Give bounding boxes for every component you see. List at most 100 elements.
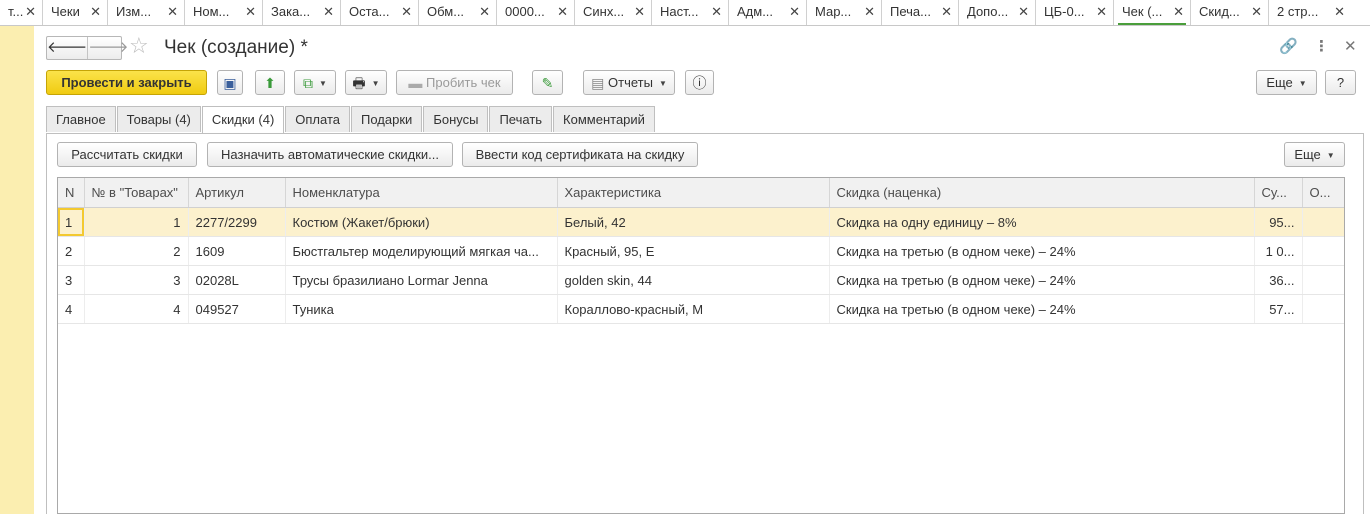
window-tab[interactable]: Синх... ✕ bbox=[575, 0, 652, 25]
close-icon[interactable]: ✕ bbox=[711, 0, 722, 24]
link-icon[interactable]: 🔗 bbox=[1279, 37, 1298, 55]
close-icon[interactable]: ✕ bbox=[401, 0, 412, 24]
cell-sum[interactable]: 57... bbox=[1254, 294, 1303, 324]
close-icon[interactable]: ✕ bbox=[1344, 37, 1357, 55]
window-tab[interactable]: т... ✕ bbox=[0, 0, 43, 25]
create-based-on-button[interactable]: ⧉ ▼ bbox=[294, 70, 336, 95]
close-icon[interactable]: ✕ bbox=[864, 0, 875, 24]
close-icon[interactable]: ✕ bbox=[1018, 0, 1029, 24]
column-header-nomenclature[interactable]: Номенклатура bbox=[285, 178, 558, 208]
window-tab[interactable]: Зака... ✕ bbox=[263, 0, 341, 25]
window-tab[interactable]: Печа... ✕ bbox=[882, 0, 959, 25]
tab-goods[interactable]: Товары (4) bbox=[116, 106, 201, 132]
forward-arrow-icon[interactable]: 🡒 bbox=[87, 37, 128, 59]
column-header-article[interactable]: Артикул bbox=[188, 178, 286, 208]
cell-discount[interactable]: Скидка на одну единицу – 8% bbox=[829, 207, 1255, 237]
tab-payment[interactable]: Оплата bbox=[285, 106, 351, 132]
cell-o[interactable] bbox=[1302, 294, 1344, 324]
calculate-discounts-button[interactable]: Рассчитать скидки bbox=[57, 142, 197, 167]
more-button[interactable]: Еще ▼ bbox=[1256, 70, 1317, 95]
cell-article[interactable]: 2277/2299 bbox=[188, 207, 286, 237]
column-header-o[interactable]: О... bbox=[1302, 178, 1344, 208]
reports-button[interactable]: ▤ Отчеты ▼ bbox=[583, 70, 675, 95]
cell-sum[interactable]: 36... bbox=[1254, 265, 1303, 295]
close-icon[interactable]: ✕ bbox=[479, 0, 490, 24]
window-tab[interactable]: Изм... ✕ bbox=[108, 0, 185, 25]
info-button[interactable]: ⓘ bbox=[685, 70, 714, 95]
table-row[interactable]: 1 1 2277/2299 Костюм (Жакет/брюки) Белый… bbox=[58, 207, 1344, 237]
close-icon[interactable]: ✕ bbox=[167, 0, 178, 24]
close-icon[interactable]: ✕ bbox=[557, 0, 568, 24]
cell-n[interactable]: 1 bbox=[58, 207, 85, 237]
post-and-close-button[interactable]: Провести и закрыть bbox=[46, 70, 207, 95]
window-tab[interactable]: Обм... ✕ bbox=[419, 0, 497, 25]
print-check-button[interactable]: ▬ Пробить чек bbox=[396, 70, 513, 95]
window-tab[interactable]: Мар... ✕ bbox=[807, 0, 882, 25]
more-vertical-icon[interactable]: ⋮ bbox=[1314, 37, 1329, 55]
cell-characteristic[interactable]: Красный, 95, E bbox=[557, 236, 830, 266]
cell-characteristic[interactable]: Кораллово-красный, M bbox=[557, 294, 830, 324]
tab-comment[interactable]: Комментарий bbox=[553, 106, 655, 132]
column-header-n[interactable]: N bbox=[58, 178, 85, 208]
column-header-goods-number[interactable]: № в "Товарах" bbox=[84, 178, 189, 208]
cell-o[interactable] bbox=[1302, 236, 1344, 266]
table-row[interactable]: 4 4 049527 Туника Кораллово-красный, M С… bbox=[58, 294, 1344, 324]
window-tab[interactable]: 0000... ✕ bbox=[497, 0, 575, 25]
cell-goods-number[interactable]: 1 bbox=[84, 207, 189, 237]
window-tab[interactable]: Наст... ✕ bbox=[652, 0, 729, 25]
edit-signature-button[interactable]: ✎ bbox=[532, 70, 563, 95]
column-header-sum[interactable]: Су... bbox=[1254, 178, 1303, 208]
cell-sum[interactable]: 95... bbox=[1254, 207, 1303, 237]
cell-article[interactable]: 1609 bbox=[188, 236, 286, 266]
upload-button[interactable]: ⬆ bbox=[255, 70, 285, 95]
cell-n[interactable]: 3 bbox=[58, 265, 85, 295]
cell-nomenclature[interactable]: Костюм (Жакет/брюки) bbox=[285, 207, 558, 237]
close-icon[interactable]: ✕ bbox=[25, 0, 36, 24]
close-icon[interactable]: ✕ bbox=[245, 0, 256, 24]
cell-goods-number[interactable]: 2 bbox=[84, 236, 189, 266]
window-tab[interactable]: 2 стр... ✕ bbox=[1269, 0, 1369, 25]
window-tab[interactable]: Оста... ✕ bbox=[341, 0, 419, 25]
close-icon[interactable]: ✕ bbox=[941, 0, 952, 24]
window-tab[interactable]: Адм... ✕ bbox=[729, 0, 807, 25]
cell-discount[interactable]: Скидка на третью (в одном чеке) – 24% bbox=[829, 265, 1255, 295]
window-tab[interactable]: ЦБ-0... ✕ bbox=[1036, 0, 1114, 25]
tab-discounts[interactable]: Скидки (4) bbox=[201, 106, 285, 134]
window-tab[interactable]: Чеки ✕ bbox=[43, 0, 108, 25]
table-row[interactable]: 3 3 02028L Трусы бразилиано Lormar Jenna… bbox=[58, 265, 1344, 295]
enter-certificate-code-button[interactable]: Ввести код сертификата на скидку bbox=[462, 142, 698, 167]
cell-goods-number[interactable]: 4 bbox=[84, 294, 189, 324]
window-tab[interactable]: Допо... ✕ bbox=[959, 0, 1036, 25]
cell-o[interactable] bbox=[1302, 207, 1344, 237]
window-tab[interactable]: Ном... ✕ bbox=[185, 0, 263, 25]
cell-nomenclature[interactable]: Бюстгальтер моделирующий мягкая ча... bbox=[285, 236, 558, 266]
assign-auto-discounts-button[interactable]: Назначить автоматические скидки... bbox=[207, 142, 453, 167]
column-header-discount[interactable]: Скидка (наценка) bbox=[829, 178, 1255, 208]
cell-article[interactable]: 02028L bbox=[188, 265, 286, 295]
close-icon[interactable]: ✕ bbox=[90, 0, 101, 24]
close-icon[interactable]: ✕ bbox=[323, 0, 334, 24]
cell-characteristic[interactable]: golden skin, 44 bbox=[557, 265, 830, 295]
column-header-characteristic[interactable]: Характеристика bbox=[557, 178, 830, 208]
back-arrow-icon[interactable]: 🡐 bbox=[47, 37, 87, 59]
close-icon[interactable]: ✕ bbox=[1173, 0, 1184, 24]
close-icon[interactable]: ✕ bbox=[1334, 0, 1345, 24]
save-button[interactable]: ▣ bbox=[217, 70, 243, 95]
tab-bonuses[interactable]: Бонусы bbox=[423, 106, 489, 132]
cell-discount[interactable]: Скидка на третью (в одном чеке) – 24% bbox=[829, 236, 1255, 266]
close-icon[interactable]: ✕ bbox=[789, 0, 800, 24]
cell-sum[interactable]: 1 0... bbox=[1254, 236, 1303, 266]
print-button[interactable]: 🖶 ▼ bbox=[345, 70, 387, 95]
close-icon[interactable]: ✕ bbox=[1251, 0, 1262, 24]
cell-n[interactable]: 2 bbox=[58, 236, 85, 266]
cell-nomenclature[interactable]: Туника bbox=[285, 294, 558, 324]
cell-nomenclature[interactable]: Трусы бразилиано Lormar Jenna bbox=[285, 265, 558, 295]
table-row[interactable]: 2 2 1609 Бюстгальтер моделирующий мягкая… bbox=[58, 236, 1344, 266]
favorite-star-icon[interactable]: ☆ bbox=[129, 33, 149, 59]
close-icon[interactable]: ✕ bbox=[634, 0, 645, 24]
tab-main[interactable]: Главное bbox=[46, 106, 116, 132]
close-icon[interactable]: ✕ bbox=[1096, 0, 1107, 24]
help-button[interactable]: ? bbox=[1325, 70, 1356, 95]
tab-print[interactable]: Печать bbox=[489, 106, 553, 132]
cell-article[interactable]: 049527 bbox=[188, 294, 286, 324]
